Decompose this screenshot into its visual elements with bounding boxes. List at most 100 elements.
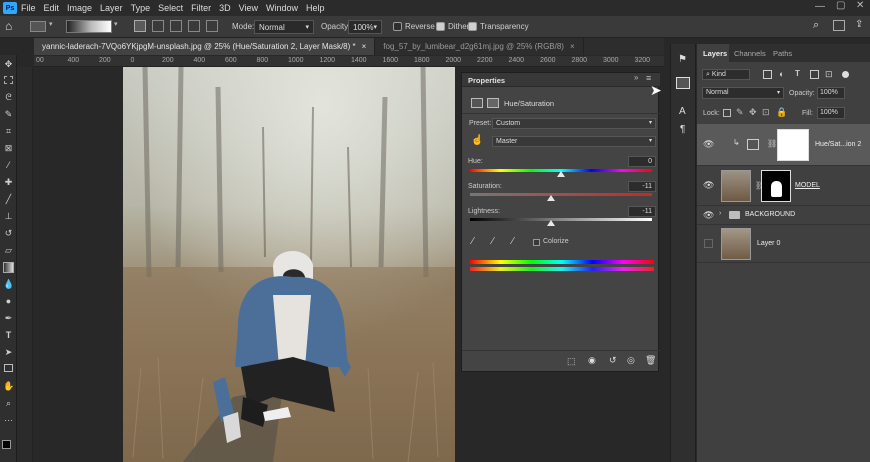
tab-layers[interactable]: Layers <box>703 49 727 58</box>
close-tab-icon[interactable]: × <box>570 42 575 51</box>
lock-artboard-icon[interactable]: ⊡ <box>762 107 770 118</box>
crop-tool-icon[interactable]: ⌗ <box>3 126 14 137</box>
linear-gradient-icon[interactable] <box>134 20 146 32</box>
menu-layer[interactable]: Layer <box>100 3 123 13</box>
type-tool-icon[interactable]: T <box>3 330 14 341</box>
adjustments-icon[interactable] <box>676 77 690 89</box>
lock-all-icon[interactable]: 🔒 <box>776 107 787 118</box>
saturation-input[interactable]: -11 <box>628 181 656 192</box>
colorize-checkbox[interactable] <box>533 239 540 246</box>
hue-slider-thumb[interactable] <box>557 171 565 177</box>
chevron-down-icon[interactable]: ▾ <box>114 20 118 28</box>
workspace-icon[interactable] <box>833 20 845 31</box>
transparency-checkbox[interactable] <box>468 22 477 31</box>
blur-tool-icon[interactable]: 💧 <box>3 279 14 290</box>
visibility-icon[interactable]: ◎ <box>627 355 635 366</box>
reset-icon[interactable]: ↺ <box>609 355 617 366</box>
menu-edit[interactable]: Edit <box>44 3 60 13</box>
lightness-slider-thumb[interactable] <box>547 220 555 226</box>
view-previous-icon[interactable]: ◉ <box>588 355 596 366</box>
eyedropper-minus-icon[interactable]: ⁄ <box>512 236 514 247</box>
menu-3d[interactable]: 3D <box>219 3 231 13</box>
diamond-gradient-icon[interactable] <box>206 20 218 32</box>
saturation-slider-track[interactable] <box>470 193 652 196</box>
angle-gradient-icon[interactable] <box>170 20 182 32</box>
filter-pixel-icon[interactable] <box>763 70 772 79</box>
menu-file[interactable]: File <box>21 3 36 13</box>
tab-channels[interactable]: Channels <box>734 49 766 58</box>
hue-input[interactable]: 0 <box>628 156 656 167</box>
preset-select[interactable]: Custom ▾ <box>492 118 656 129</box>
lightness-input[interactable]: -11 <box>628 206 656 217</box>
path-selection-tool-icon[interactable]: ➤ <box>3 347 14 358</box>
channel-select[interactable]: Master ▾ <box>492 136 656 147</box>
healing-brush-tool-icon[interactable]: ✚ <box>3 177 14 188</box>
layer-thumbnail[interactable] <box>721 228 751 260</box>
eye-visibility-icon[interactable]: 👁 <box>703 210 714 221</box>
filter-adjustment-icon[interactable]: ◐ <box>779 69 784 79</box>
gradient-tool-icon[interactable] <box>30 21 46 32</box>
targeted-adjustment-hand-icon[interactable]: ☝ <box>471 135 483 146</box>
tab-paths[interactable]: Paths <box>773 49 792 58</box>
menu-view[interactable]: View <box>239 3 258 13</box>
layer-mask-thumbnail[interactable] <box>761 170 791 202</box>
layer-row-background-group[interactable]: 👁 › BACKGROUND <box>697 206 870 225</box>
layer-row-layer-0[interactable]: Layer 0 <box>697 225 870 263</box>
menu-select[interactable]: Select <box>158 3 183 13</box>
search-icon[interactable]: ⌕ <box>813 19 819 32</box>
reverse-checkbox[interactable] <box>393 22 402 31</box>
brush-tool-icon[interactable]: ╱ <box>3 194 14 205</box>
chain-link-icon[interactable]: ⛓ <box>767 139 777 148</box>
mode-select[interactable]: Normal ▾ <box>254 20 314 34</box>
gradient-preview[interactable] <box>66 20 112 33</box>
menu-image[interactable]: Image <box>67 3 92 13</box>
radial-gradient-icon[interactable] <box>152 20 164 32</box>
zoom-tool-icon[interactable]: ⌕ <box>3 398 14 409</box>
collapse-panel-icon[interactable]: » <box>634 73 638 82</box>
marquee-tool-icon[interactable] <box>4 76 13 84</box>
eye-visibility-icon[interactable]: 👁 <box>703 139 714 150</box>
chevron-right-icon[interactable]: › <box>719 210 721 217</box>
chevron-down-icon[interactable]: ▾ <box>49 20 53 28</box>
menu-help[interactable]: Help <box>306 3 325 13</box>
menu-filter[interactable]: Filter <box>191 3 211 13</box>
layer-row-model[interactable]: 👁 ⛓ MODEL <box>697 166 870 206</box>
character-icon[interactable]: A <box>679 106 686 117</box>
filter-type-icon[interactable]: T <box>795 69 800 78</box>
trash-icon[interactable]: 🗑 <box>645 355 656 366</box>
filter-kind-select[interactable]: ⌕ Kind <box>702 69 750 80</box>
history-brush-tool-icon[interactable]: ↺ <box>3 228 14 239</box>
hand-tool-icon[interactable]: ✋ <box>3 381 14 392</box>
move-tool-icon[interactable]: ✥ <box>3 59 14 70</box>
eraser-tool-icon[interactable]: ▱ <box>3 245 14 256</box>
reflected-gradient-icon[interactable] <box>188 20 200 32</box>
filter-shape-icon[interactable] <box>810 70 819 79</box>
layer-mask-thumbnail[interactable] <box>777 129 809 161</box>
foreground-color-swatch[interactable] <box>2 440 11 449</box>
adjustment-icon[interactable] <box>471 98 483 108</box>
dodge-tool-icon[interactable]: ● <box>3 296 14 307</box>
pen-tool-icon[interactable]: ✒ <box>3 313 14 324</box>
eyedropper-tool-icon[interactable]: ⁄ <box>3 160 14 171</box>
menu-type[interactable]: Type <box>131 3 151 13</box>
filter-smart-object-icon[interactable]: ⊡ <box>825 69 833 80</box>
history-icon[interactable]: ⚑ <box>678 54 687 65</box>
quick-select-tool-icon[interactable]: ✎ <box>3 109 14 120</box>
lock-image-icon[interactable]: ✎ <box>736 107 744 118</box>
more-tools-icon[interactable]: ··· <box>3 415 14 426</box>
lasso-tool-icon[interactable]: ᘓ <box>3 92 14 103</box>
document-image[interactable] <box>123 67 455 462</box>
maximize-icon[interactable]: ▢ <box>836 0 845 11</box>
eye-visibility-icon[interactable]: 👁 <box>703 180 714 191</box>
home-icon[interactable]: ⌂ <box>5 19 12 33</box>
saturation-slider-thumb[interactable] <box>547 195 555 201</box>
lock-position-icon[interactable]: ✥ <box>749 107 757 118</box>
gradient-tool-icon[interactable] <box>3 262 14 273</box>
eyedropper-plus-icon[interactable]: ⁄ <box>492 236 494 247</box>
tab-yannic-document[interactable]: yannic-laderach-7VQo6YKjpgM-unsplash.jpg… <box>34 38 376 55</box>
paragraph-icon[interactable]: ¶ <box>680 124 685 135</box>
share-icon[interactable]: ⇪ <box>855 19 863 30</box>
lock-transparent-icon[interactable] <box>723 109 731 117</box>
mask-icon[interactable] <box>487 98 499 108</box>
lightness-slider-track[interactable] <box>470 218 652 221</box>
